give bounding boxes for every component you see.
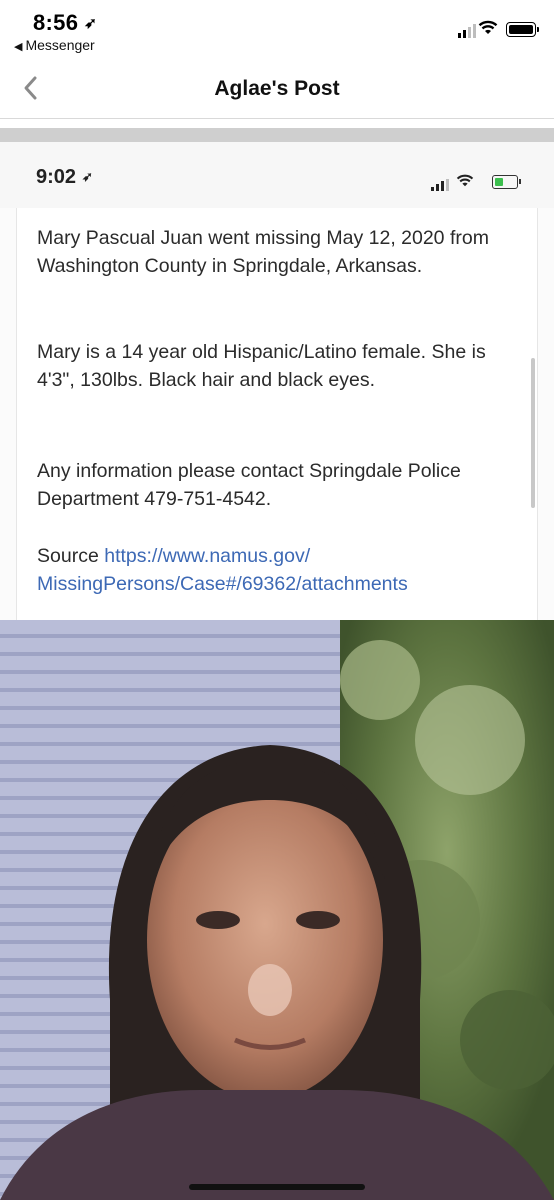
battery-icon	[492, 175, 521, 189]
wifi-icon	[456, 174, 474, 187]
post-source: Source https://www.namus.gov/MissingPers…	[37, 542, 517, 598]
page-title: Aglae's Post	[214, 77, 340, 100]
post-paragraph: Any information please contact Springdal…	[37, 460, 461, 510]
back-app-label: Messenger	[25, 37, 95, 53]
navigation-bar: Aglae's Post	[0, 60, 554, 119]
source-link-line-1: https://www.namus.gov/	[104, 545, 311, 567]
source-link-line-2: MissingPersons/Case#/69362/attachments	[37, 573, 408, 595]
divider	[0, 128, 554, 142]
post-paragraph: Mary Pascual Juan went missing May 12, 2…	[37, 227, 489, 277]
embedded-status-time: 9:02 ➶	[36, 166, 93, 188]
back-triangle-icon: ◀	[14, 41, 23, 53]
home-indicator[interactable]	[189, 1184, 365, 1190]
wifi-icon	[478, 20, 498, 34]
post-paragraph: Mary is a 14 year old Hispanic/Latino fe…	[37, 341, 486, 391]
back-to-app-link[interactable]: ◀ Messenger	[14, 37, 95, 53]
missing-person-photo	[0, 620, 554, 1200]
signal-icon	[431, 179, 449, 191]
status-time: 8:56 ➶	[33, 10, 98, 35]
scrollbar[interactable]	[531, 358, 535, 508]
embedded-status-bar: 9:02 ➶	[0, 142, 554, 208]
battery-icon	[506, 22, 539, 37]
source-label: Source	[37, 545, 99, 567]
location-arrow-icon: ➶	[82, 169, 93, 184]
embedded-screenshot: 9:02 ➶ Mary Pascual Juan went missing May…	[0, 142, 554, 1200]
status-bar: 8:56 ➶ ◀ Messenger	[0, 0, 554, 60]
post-card: Mary Pascual Juan went missing May 12, 2…	[16, 208, 538, 620]
location-arrow-icon: ➶	[84, 15, 98, 32]
signal-icon	[458, 24, 476, 38]
